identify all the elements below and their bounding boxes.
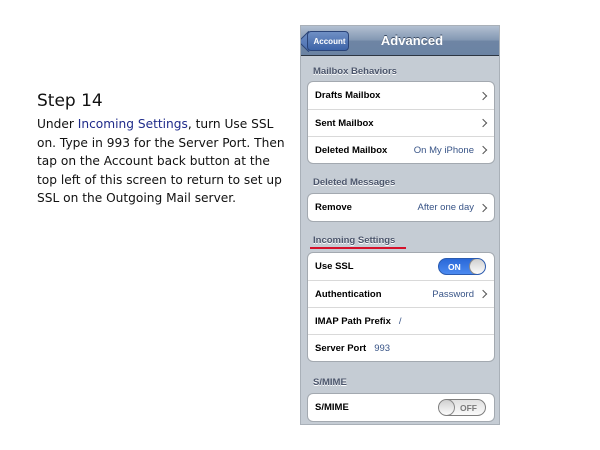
use-ssl-toggle[interactable]: ON [438, 258, 486, 275]
row-label: Drafts Mailbox [315, 90, 381, 101]
row-label: S/MIME [315, 402, 349, 413]
chevron-right-icon [478, 91, 488, 100]
row-label: Authentication [315, 288, 382, 300]
row-authentication[interactable]: Authentication Password [308, 280, 494, 307]
row-label: Remove [315, 202, 352, 213]
toggle-state-label: ON [448, 261, 461, 272]
row-imap-path-prefix[interactable]: IMAP Path Prefix / [308, 307, 494, 334]
smime-toggle[interactable]: OFF [438, 399, 486, 416]
instruction-highlight: Incoming Settings [77, 117, 188, 131]
toggle-knob [439, 400, 455, 415]
iphone-screen: Account Advanced Mailbox Behaviors Draft… [300, 25, 500, 425]
account-back-button[interactable]: Account [307, 31, 349, 51]
chevron-right-icon [478, 118, 488, 128]
row-smime: S/MIME OFF [308, 394, 494, 421]
chevron-right-icon [478, 203, 488, 212]
step-title: Step 14 [37, 91, 103, 111]
section-header-smime: S/MIME [313, 377, 347, 388]
section-header-deleted-messages: Deleted Messages [313, 177, 396, 188]
chevron-right-icon [478, 145, 488, 155]
row-value: After one day [417, 202, 474, 213]
row-deleted-mailbox[interactable]: Deleted Mailbox On My iPhone [308, 136, 494, 163]
navigation-bar: Account Advanced [301, 26, 499, 56]
row-sent-mailbox[interactable]: Sent Mailbox [308, 109, 494, 136]
server-port-field[interactable]: 993 [374, 343, 390, 354]
section-header-mailbox-behaviors: Mailbox Behaviors [313, 66, 397, 77]
row-remove[interactable]: Remove After one day [308, 194, 494, 221]
group-mailbox-behaviors: Drafts Mailbox Sent Mailbox Deleted Mail… [307, 81, 495, 164]
imap-path-prefix-field[interactable]: / [399, 316, 402, 327]
red-underline-annotation [310, 247, 406, 249]
toggle-state-label: OFF [460, 402, 477, 413]
toggle-knob [469, 259, 485, 274]
instruction-text-start: Under [37, 117, 78, 131]
row-label: Server Port [315, 342, 367, 354]
row-drafts-mailbox[interactable]: Drafts Mailbox [308, 82, 494, 109]
section-header-incoming-settings: Incoming Settings [313, 235, 396, 246]
row-label: Deleted Mailbox [315, 144, 388, 156]
group-incoming-settings: Use SSL ON Authentication Password IMAP … [307, 252, 495, 362]
row-value: Password [432, 288, 474, 300]
row-server-port[interactable]: Server Port 993 [308, 334, 494, 361]
group-deleted-messages: Remove After one day [307, 193, 495, 222]
step-instructions: Under Incoming Settings, turn Use SSL on… [37, 115, 289, 208]
row-value: On My iPhone [413, 144, 474, 156]
row-label: IMAP Path Prefix [315, 315, 391, 327]
chevron-right-icon [478, 289, 488, 299]
row-use-ssl: Use SSL ON [308, 253, 494, 280]
group-smime: S/MIME OFF [307, 393, 495, 422]
row-label: Sent Mailbox [315, 117, 374, 129]
row-label: Use SSL [315, 261, 354, 272]
